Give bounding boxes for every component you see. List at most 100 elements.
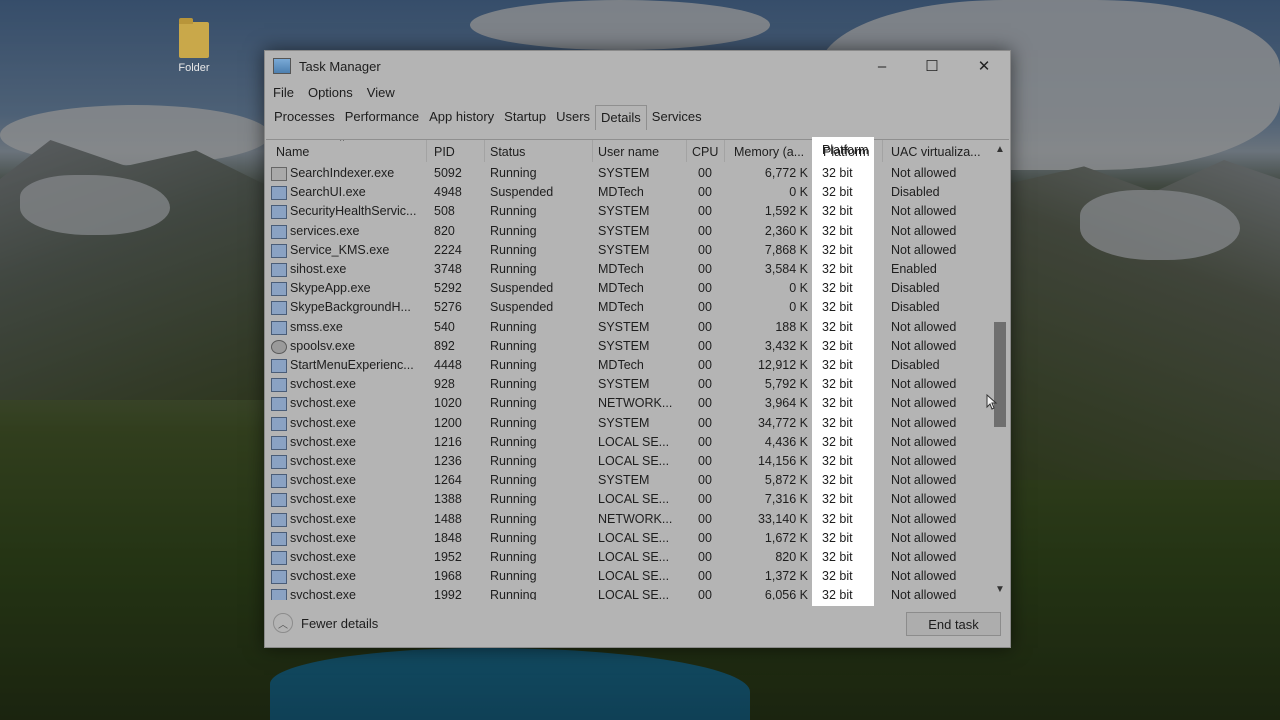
column-cpu[interactable]: CPU: [692, 145, 722, 159]
process-user: SYSTEM: [598, 242, 650, 257]
tab-app-history[interactable]: App history: [424, 105, 499, 129]
process-memory: 7,868 K: [764, 242, 808, 257]
search-icon: [271, 167, 287, 181]
column-name[interactable]: Name: [276, 145, 416, 159]
table-row[interactable]: SkypeBackgroundH... 5276 Suspended MDTech 00…: [266, 298, 996, 317]
table-row[interactable]: services.exe 820 Running SYSTEM 00 2,360 K Not…: [266, 222, 996, 241]
process-memory: 0 K: [789, 185, 808, 200]
process-uac: Not allowed: [891, 588, 957, 600]
column-user-name[interactable]: User name: [598, 145, 684, 159]
table-row[interactable]: svchost.exe 1264 Running SYSTEM 00 5,872 K Not…: [266, 471, 996, 490]
column-divider[interactable]: [882, 140, 883, 162]
scrollbar-thumb[interactable]: [994, 322, 1006, 427]
column-divider[interactable]: [686, 140, 687, 162]
close-button[interactable]: ✕: [961, 51, 1007, 81]
tab-performance[interactable]: Performance: [340, 105, 424, 129]
app-icon: [271, 589, 287, 600]
table-row[interactable]: svchost.exe 1216 Running LOCAL SE... 00 4,436…: [266, 433, 996, 452]
column-divider[interactable]: [426, 140, 427, 162]
tab-users[interactable]: Users: [551, 105, 595, 129]
process-status: Running: [490, 262, 537, 276]
process-status: Running: [490, 242, 537, 257]
process-pid: 1020: [434, 396, 462, 411]
process-name: SearchIndexer.exe: [290, 166, 395, 180]
vertical-scrollbar[interactable]: ▲ ▼: [992, 141, 1008, 599]
process-cpu: 00: [698, 492, 712, 507]
table-row[interactable]: svchost.exe 1020 Running NETWORK... 00 3,964 …: [266, 394, 996, 413]
column-uac-virtualization[interactable]: UAC virtualiza...: [891, 145, 991, 159]
process-uac: Not allowed: [891, 204, 957, 219]
column-divider[interactable]: [484, 140, 485, 162]
process-platform: 32 bit: [822, 262, 853, 276]
process-uac: Not allowed: [891, 223, 957, 238]
table-row[interactable]: SearchUI.exe 4948 Suspended MDTech 00 0 K Disa…: [266, 183, 996, 202]
column-pid[interactable]: PID: [434, 145, 484, 159]
table-row[interactable]: sihost.exe 3748 Running MDTech 00 3,584 K Enab…: [266, 260, 996, 279]
tab-details[interactable]: Details: [595, 105, 647, 130]
table-row[interactable]: svchost.exe 1488 Running NETWORK... 00 33,140…: [266, 510, 996, 529]
process-name: Service_KMS.exe: [290, 242, 390, 257]
table-row[interactable]: Service_KMS.exe 2224 Running SYSTEM 00 7,868 …: [266, 241, 996, 260]
process-platform: 32 bit: [822, 550, 853, 564]
menu-view[interactable]: View: [367, 85, 395, 100]
table-row[interactable]: spoolsv.exe 892 Running SYSTEM 00 3,432 K Not …: [266, 337, 996, 356]
app-icon: [271, 435, 287, 450]
scroll-down-arrow-icon[interactable]: ▼: [995, 584, 1005, 595]
table-row[interactable]: svchost.exe 1200 Running SYSTEM 00 34,772 K No…: [266, 414, 996, 433]
process-platform: 32 bit: [822, 511, 853, 526]
table-row[interactable]: SecurityHealthServic... 508 Running SYSTEM 0…: [266, 202, 996, 221]
process-memory: 1,592 K: [764, 204, 808, 219]
process-cpu: 00: [698, 434, 712, 449]
table-row[interactable]: svchost.exe 1952 Running LOCAL SE... 00 820 K…: [266, 548, 996, 567]
tab-startup[interactable]: Startup: [499, 105, 551, 129]
table-row[interactable]: svchost.exe 1236 Running LOCAL SE... 00 14,15…: [266, 452, 996, 471]
process-platform: 32 bit: [822, 473, 853, 488]
process-name: svchost.exe: [290, 473, 357, 488]
fewer-details-label: Fewer details: [301, 615, 379, 631]
tab-bar: Processes Performance App history Startu…: [265, 103, 1010, 130]
table-row[interactable]: SearchIndexer.exe 5092 Running SYSTEM 00 6,77…: [266, 164, 996, 183]
table-row[interactable]: svchost.exe 1968 Running LOCAL SE... 00 1,372…: [266, 567, 996, 586]
app-icon: [271, 263, 287, 277]
process-pid: 5276: [434, 300, 462, 315]
process-name: svchost.exe: [290, 454, 357, 468]
maximize-button[interactable]: ☐: [909, 51, 955, 81]
tab-processes[interactable]: Processes: [269, 105, 340, 129]
menu-file[interactable]: File: [273, 85, 294, 100]
app-icon: [271, 570, 287, 585]
table-row[interactable]: svchost.exe 928 Running SYSTEM 00 5,792 K Not …: [266, 375, 996, 394]
process-pid: 1236: [434, 454, 462, 468]
process-memory: 3,584 K: [764, 262, 808, 276]
process-name: sihost.exe: [290, 262, 347, 276]
table-row[interactable]: svchost.exe 1388 Running LOCAL SE... 00 7,316…: [266, 490, 996, 509]
column-divider[interactable]: [724, 140, 725, 162]
column-divider[interactable]: [592, 140, 593, 162]
table-row[interactable]: StartMenuExperienc... 4448 Running MDTech 00…: [266, 356, 996, 375]
table-row[interactable]: svchost.exe 1848 Running LOCAL SE... 00 1,672…: [266, 529, 996, 548]
scroll-up-arrow-icon[interactable]: ▲: [995, 144, 1005, 155]
column-platform[interactable]: Platform: [823, 145, 879, 159]
column-status[interactable]: Status: [490, 145, 586, 159]
column-memory[interactable]: Memory (a...: [734, 145, 814, 159]
process-name: svchost.exe: [290, 396, 357, 411]
process-platform: 32 bit: [822, 358, 853, 372]
process-cpu: 00: [698, 319, 712, 334]
desktop-folder-icon[interactable]: Folder: [170, 18, 218, 74]
process-uac: Not allowed: [891, 511, 957, 526]
title-bar[interactable]: Task Manager – ☐ ✕: [265, 51, 1010, 81]
table-row[interactable]: svchost.exe 1992 Running LOCAL SE... 00 6,056…: [266, 586, 996, 600]
process-cpu: 00: [698, 569, 712, 584]
process-uac: Not allowed: [891, 473, 957, 488]
menu-options[interactable]: Options: [308, 85, 353, 100]
process-cpu: 00: [698, 262, 712, 276]
end-task-button[interactable]: End task: [906, 612, 1001, 636]
table-row[interactable]: SkypeApp.exe 5292 Suspended MDTech 00 0 K Disa…: [266, 279, 996, 298]
table-row[interactable]: smss.exe 540 Running SYSTEM 00 188 K Not allow…: [266, 318, 996, 337]
minimize-button[interactable]: –: [859, 51, 905, 81]
tab-services[interactable]: Services: [647, 105, 707, 129]
fewer-details-button[interactable]: ︿ Fewer details: [273, 613, 378, 633]
process-uac: Not allowed: [891, 396, 957, 411]
process-pid: 5092: [434, 166, 462, 180]
process-pid: 1992: [434, 588, 462, 600]
process-cpu: 00: [698, 358, 712, 372]
